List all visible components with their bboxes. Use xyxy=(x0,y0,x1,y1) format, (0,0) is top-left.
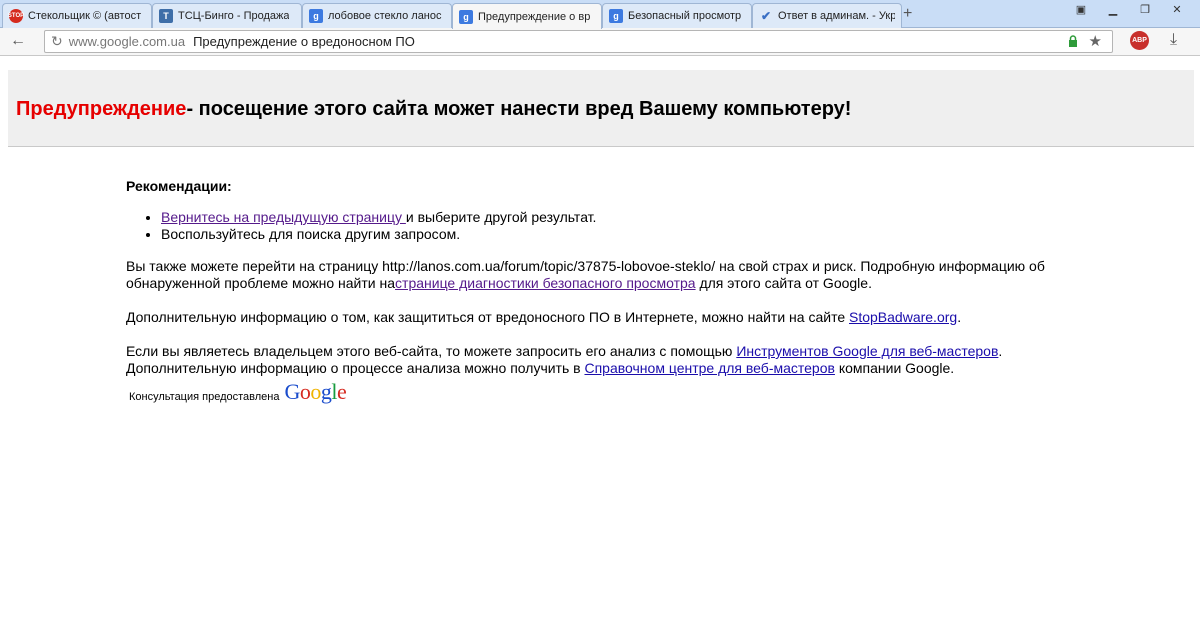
stopbadware-link[interactable]: StopBadware.org xyxy=(849,309,957,325)
tab-2[interactable]: Т ТСЦ-Бинго - Продажа xyxy=(152,3,302,28)
adblock-plus-icon[interactable]: ABP xyxy=(1130,31,1149,50)
google-icon: g xyxy=(459,9,473,24)
tab-5[interactable]: g Безопасный просмотр xyxy=(602,3,752,28)
address-domain: www.google.com.ua xyxy=(68,34,186,49)
tab-title: Стекольщик © (автост xyxy=(28,10,142,22)
address-bar[interactable]: ↻ www.google.com.ua Предупреждение о вре… xyxy=(44,30,1113,53)
webmaster-help-link[interactable]: Справочном центре для веб-мастеров xyxy=(584,360,834,376)
new-tab-button[interactable]: + xyxy=(903,5,912,23)
tab-strip: STOP Стекольщик © (автост Т ТСЦ-Бинго - … xyxy=(0,0,1200,29)
list-item: Вернитесь на предыдущую страницу и выбер… xyxy=(161,209,1086,226)
warning-word: Предупреждение xyxy=(16,98,187,120)
list-item-text: и выберите другой результат. xyxy=(405,209,597,225)
back-arrow-icon[interactable]: ← xyxy=(10,32,26,50)
recommendations-heading: Рекомендации: xyxy=(126,178,232,194)
tab-6[interactable]: ✔ Ответ в админам. - Укр xyxy=(752,3,902,28)
tab-title: Безопасный просмотр xyxy=(628,10,742,22)
go-back-link[interactable]: Вернитесь на предыдущую страницу xyxy=(161,209,406,225)
minimize-icon[interactable]: ▁ xyxy=(1098,0,1128,18)
user-icon[interactable]: ▣ xyxy=(1066,0,1096,18)
google-icon: g xyxy=(609,9,623,23)
tsc-icon: Т xyxy=(159,9,173,23)
tab-title: лобовое стекло ланос xyxy=(328,10,442,22)
restore-icon[interactable]: ❐ xyxy=(1130,0,1160,18)
download-icon[interactable]: ⤓ xyxy=(1170,31,1177,49)
tab-title: Ответ в админам. - Укр xyxy=(778,10,895,22)
check-icon: ✔ xyxy=(760,9,772,23)
google-logo[interactable]: Google xyxy=(284,381,346,403)
tab-4-active[interactable]: g Предупреждение о вр xyxy=(452,3,602,29)
paragraph-text: Дополнительную информацию о том, как защ… xyxy=(126,309,849,325)
recommendations: Рекомендации: Вернитесь на предыдущую ст… xyxy=(126,178,1086,394)
diagnostic-paragraph: Вы также можете перейти на страницу http… xyxy=(126,258,1086,292)
tab-1[interactable]: STOP Стекольщик © (автост xyxy=(2,3,152,28)
tab-title: Предупреждение о вр xyxy=(478,10,591,23)
lock-icon[interactable] xyxy=(1068,35,1078,47)
diagnostic-link[interactable]: странице диагностики безопасного просмот… xyxy=(395,275,696,291)
footer-label: Консультация предоставлена xyxy=(129,391,280,403)
close-icon[interactable]: ✕ xyxy=(1162,0,1192,18)
bookmark-star-icon[interactable]: ★ xyxy=(1089,32,1102,50)
recommendations-list: Вернитесь на предыдущую страницу и выбер… xyxy=(161,209,1086,243)
footer: Консультация предоставлена Google xyxy=(129,381,347,404)
paragraph-text: для этого сайта от Google. xyxy=(695,275,872,291)
stopbadware-paragraph: Дополнительную информацию о том, как защ… xyxy=(126,309,1086,326)
tab-title: ТСЦ-Бинго - Продажа xyxy=(178,10,290,22)
warning-banner: Предупреждение- посещение этого сайта мо… xyxy=(8,70,1194,147)
address-page-title: Предупреждение о вредоносном ПО xyxy=(193,34,415,49)
list-item: Воспользуйтесь для поиска другим запросо… xyxy=(161,226,1086,243)
tab-3[interactable]: g лобовое стекло ланос xyxy=(302,3,452,28)
paragraph-text: компании Google. xyxy=(834,360,955,376)
paragraph-text: . xyxy=(957,309,962,325)
webmaster-paragraph: Если вы являетесь владельцем этого веб-с… xyxy=(126,343,1086,377)
warning-heading: Предупреждение- посещение этого сайта мо… xyxy=(16,98,851,121)
toolbar: ← ↻ www.google.com.ua Предупреждение о в… xyxy=(0,28,1200,56)
stop-icon: STOP xyxy=(8,9,24,23)
warning-message: - посещение этого сайта может нанести вр… xyxy=(186,98,852,120)
google-icon: g xyxy=(309,9,323,23)
paragraph-text: Если вы являетесь владельцем этого веб-с… xyxy=(126,343,737,359)
reload-icon[interactable]: ↻ xyxy=(51,33,63,50)
webmaster-tools-link[interactable]: Инструментов Google для веб-мастеров xyxy=(736,343,998,359)
